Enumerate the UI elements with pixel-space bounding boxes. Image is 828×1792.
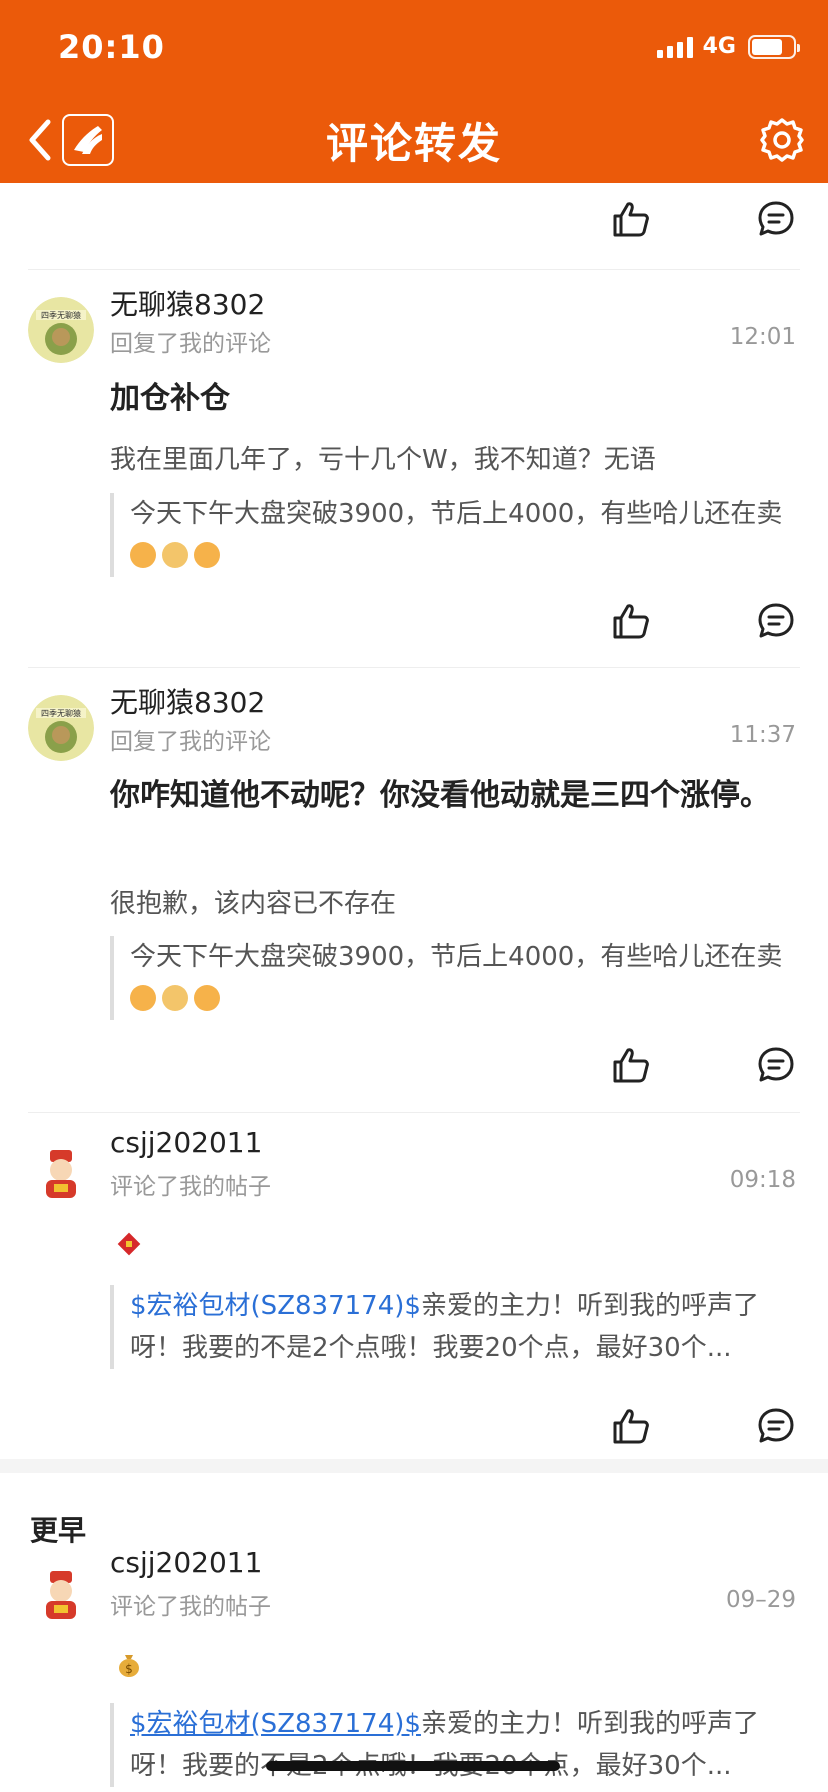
username[interactable]: csjj202011 xyxy=(110,1546,262,1579)
timestamp: 09–29 xyxy=(725,1587,796,1613)
timestamp: 11:37 xyxy=(729,722,796,748)
emoji-flushed-icon xyxy=(194,542,220,568)
quote-text: 今天下午大盘突破3900，节后上4000，有些哈儿还在卖 xyxy=(130,942,783,972)
action-description: 评论了我的帖子 xyxy=(110,1594,271,1620)
page-title: 评论转发 xyxy=(325,119,502,168)
stock-link[interactable]: $宏裕包材(SZ837174)$ xyxy=(130,1291,421,1321)
notification-item[interactable]: csjj202011 评论了我的帖子 09:18 $宏裕包材(SZ837174)… xyxy=(0,1112,828,1459)
section-header-earlier: 更早 xyxy=(30,1514,87,1547)
settings-button[interactable] xyxy=(758,116,806,164)
comment-button[interactable] xyxy=(756,601,796,641)
notification-item[interactable]: 四季无聊猿 无聊猿8302 回复了我的评论 11:37 你咋知道他不动呢？你没看… xyxy=(0,667,828,1097)
comment-bubble-icon xyxy=(758,201,794,236)
replied-comment: 我在里面几年了，亏十几个W，我不知道？无语 xyxy=(110,445,656,475)
fu-emoji-icon xyxy=(114,1229,144,1259)
status-indicators: 4G xyxy=(656,34,800,59)
stock-link[interactable]: $宏裕包材(SZ837174)$ xyxy=(130,1709,421,1739)
username[interactable]: csjj202011 xyxy=(110,1126,262,1159)
username[interactable]: 无聊猿8302 xyxy=(110,283,265,323)
quoted-comment[interactable]: 今天下午大盘突破3900，节后上4000，有些哈儿还在卖 xyxy=(110,936,790,1020)
battery-icon xyxy=(748,34,800,59)
action-description: 评论了我的帖子 xyxy=(110,1174,271,1200)
emoji-dog-icon xyxy=(162,542,188,568)
home-indicator xyxy=(266,1761,560,1771)
avatar[interactable]: 四季无聊猿 xyxy=(28,297,94,363)
gear-icon xyxy=(760,118,804,162)
thumbs-up-icon xyxy=(613,202,649,237)
avatar[interactable]: 四季无聊猿 xyxy=(28,695,94,761)
comment-bubble-icon xyxy=(758,1047,794,1082)
notification-item[interactable]: 四季无聊猿 无聊猿8302 回复了我的评论 12:01 加仓补仓 我在里面几年了… xyxy=(0,269,828,667)
svg-text:$: $ xyxy=(125,1662,133,1676)
emoji-flushed-icon xyxy=(130,985,156,1011)
quoted-post[interactable]: $宏裕包材(SZ837174)$亲爱的主力！听到我的呼声了呀！我要的不是2个点哦… xyxy=(110,1285,790,1369)
comment-bubble-icon xyxy=(758,603,794,638)
emoji-dog-icon xyxy=(162,985,188,1011)
comment-bubble-icon xyxy=(758,1408,794,1443)
replied-comment: 很抱歉，该内容已不存在 xyxy=(110,889,397,919)
avatar[interactable] xyxy=(28,1561,94,1627)
comment-button[interactable] xyxy=(756,199,796,239)
emoji-flushed-icon xyxy=(194,985,220,1011)
avatar[interactable] xyxy=(28,1140,94,1206)
notification-item[interactable]: csjj202011 评论了我的帖子 09–29 $ $宏裕包材(SZ83717… xyxy=(0,1546,828,1792)
like-button[interactable] xyxy=(611,1406,651,1446)
comment-button[interactable] xyxy=(756,1406,796,1446)
action-description: 回复了我的评论 xyxy=(110,729,271,755)
quoted-comment[interactable]: 今天下午大盘突破3900，节后上4000，有些哈儿还在卖 xyxy=(110,493,790,577)
top-header: 20:10 4G 评论转发 xyxy=(0,0,828,183)
svg-text:四季无聊猿: 四季无聊猿 xyxy=(41,708,81,718)
thumbs-up-icon xyxy=(613,1048,649,1083)
quote-text: 今天下午大盘突破3900，节后上4000，有些哈儿还在卖 xyxy=(130,499,783,529)
network-type: 4G xyxy=(702,34,736,59)
username[interactable]: 无聊猿8302 xyxy=(110,681,265,721)
like-button[interactable] xyxy=(611,199,651,239)
quoted-post[interactable]: $宏裕包材(SZ837174)$亲爱的主力！听到我的呼声了呀！我要的不是2个点哦… xyxy=(110,1703,790,1787)
comment-button[interactable] xyxy=(756,1045,796,1085)
timestamp: 09:18 xyxy=(729,1167,796,1193)
reply-text: 加仓补仓 xyxy=(110,381,230,416)
timestamp: 12:01 xyxy=(729,324,796,350)
action-description: 回复了我的评论 xyxy=(110,331,271,357)
thumbs-up-icon xyxy=(613,604,649,639)
like-button[interactable] xyxy=(611,601,651,641)
emoji-flushed-icon xyxy=(130,542,156,568)
svg-text:四季无聊猿: 四季无聊猿 xyxy=(41,310,81,320)
like-button[interactable] xyxy=(611,1045,651,1085)
thumbs-up-icon xyxy=(613,1409,649,1444)
reply-text: 你咋知道他不动呢？你没看他动就是三四个涨停。 xyxy=(110,778,770,813)
section-separator xyxy=(0,1459,828,1473)
signal-icon xyxy=(656,36,693,58)
money-bag-emoji-icon: $ xyxy=(114,1649,144,1679)
status-time: 20:10 xyxy=(58,28,165,66)
